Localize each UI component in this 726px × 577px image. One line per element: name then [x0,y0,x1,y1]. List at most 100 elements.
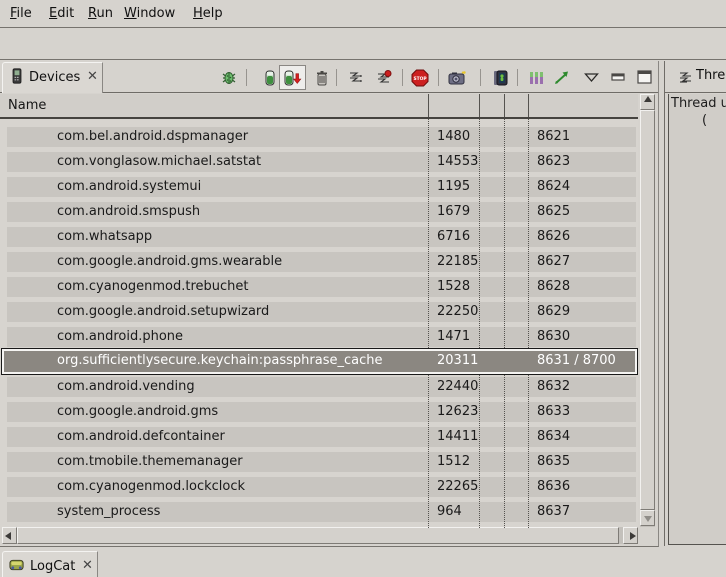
table-row[interactable]: com.whatsapp 6716 8626 [0,227,638,252]
column-header-name[interactable]: Name [8,98,46,113]
scroll-left-button[interactable] [2,527,17,544]
heap-columns-icon[interactable] [528,70,546,86]
row-pid: 22440 [437,377,478,397]
menu-help[interactable]: Help [193,6,223,21]
column-separator [479,119,480,528]
threads-update-icon[interactable] [348,70,364,86]
device-table: com.bel.android.dspmanager 1480 8621 com… [0,119,638,528]
vertical-scrollbar[interactable] [640,94,655,527]
toolbar-separator [402,69,403,86]
heap-dump-icon[interactable] [282,70,304,86]
stop-icon[interactable]: STOP [411,69,429,87]
row-port: 8629 [537,302,570,322]
row-name: com.android.systemui [57,177,201,197]
table-row[interactable]: system_process 964 8637 [0,502,638,527]
table-row[interactable]: com.android.smspush 1679 8625 [0,202,638,227]
table-rows: com.bel.android.dspmanager 1480 8621 com… [0,127,638,527]
toolbar-separator [517,69,518,86]
threads-icon [678,70,694,86]
row-name: system_process [57,502,160,522]
threads-message-line1: Thread up [671,96,726,111]
row-port: 8627 [537,252,570,272]
svg-text:STOP: STOP [413,76,427,82]
row-name: com.cyanogenmod.lockclock [57,477,245,497]
row-port: 8628 [537,277,570,297]
table-row[interactable]: com.google.android.gms.wearable 22185 86… [0,252,638,277]
table-row[interactable]: com.cyanogenmod.lockclock 22265 8636 [0,477,638,502]
row-pid: 1480 [437,127,470,147]
menu-file[interactable]: File [10,6,32,21]
vertical-scroll-thumb[interactable] [640,110,655,510]
column-separator [528,119,529,528]
row-port: 8625 [537,202,570,222]
menu-window[interactable]: Window [124,6,175,21]
row-name: com.android.phone [57,327,183,347]
minimize-icon[interactable] [611,73,625,82]
row-pid: 6716 [437,227,470,247]
threads-tabbar: Threads [665,61,726,93]
row-pid: 1512 [437,452,470,472]
heap-update-icon[interactable] [262,70,278,86]
tab-devices[interactable]: Devices ✕ [2,62,103,93]
table-row[interactable]: com.android.defcontainer 14411 8634 [0,427,638,452]
row-port: 8626 [537,227,570,247]
tab-devices-close-icon[interactable]: ✕ [87,69,98,84]
tab-logcat-close-icon[interactable]: ✕ [82,558,93,573]
table-row[interactable]: com.vonglasow.michael.satstat 14553 8623 [0,152,638,177]
row-name: com.google.android.gms [57,402,218,422]
toolbar-separator [480,69,481,86]
logcat-icon [9,557,25,573]
table-row[interactable]: com.cyanogenmod.trebuchet 1528 8628 [0,277,638,302]
scroll-up-button[interactable] [640,94,655,110]
row-name: org.sufficientlysecure.keychain:passphra… [57,351,382,371]
row-name: com.google.android.setupwizard [57,302,269,322]
scroll-right-button[interactable] [623,527,638,544]
column-divider [479,94,480,117]
row-port: 8637 [537,502,570,522]
row-pid: 14411 [437,427,478,447]
row-name: com.whatsapp [57,227,152,247]
menu-run[interactable]: Run [88,6,113,21]
row-name: com.cyanogenmod.trebuchet [57,277,249,297]
table-row[interactable]: com.google.android.gms 12623 8633 [0,402,638,427]
tab-logcat[interactable]: LogCat ✕ [2,551,98,577]
row-pid: 1195 [437,177,470,197]
row-port: 8635 [537,452,570,472]
threads-message-line2: ( [702,113,707,128]
scroll-down-button[interactable] [640,510,655,526]
table-row[interactable]: com.android.vending 22440 8632 [0,377,638,402]
row-pid: 12623 [437,402,478,422]
horizontal-scroll-thumb[interactable] [17,527,619,544]
tab-threads-label[interactable]: Threads [696,68,726,83]
table-row[interactable]: com.android.systemui 1195 8624 [0,177,638,202]
table-row[interactable]: com.tmobile.thememanager 1512 8635 [0,452,638,477]
row-pid: 20311 [437,351,478,371]
menu-edit[interactable]: Edit [49,6,74,21]
gc-arrow-icon[interactable] [553,70,571,86]
row-name: com.vonglasow.michael.satstat [57,152,261,172]
table-row[interactable]: com.google.android.setupwizard 22250 862… [0,302,638,327]
maximize-icon[interactable] [637,70,652,84]
devices-tabbar: Devices ✕ [0,61,658,93]
row-port: 8634 [537,427,570,447]
table-header: Name [0,94,638,119]
row-name: com.android.vending [57,377,195,397]
trash-icon[interactable] [314,70,330,86]
column-divider [428,94,429,117]
tab-logcat-label: LogCat [30,559,75,574]
row-port: 8623 [537,152,570,172]
debug-bug-icon[interactable] [221,70,237,86]
screenshot-icon[interactable] [448,70,468,86]
table-row[interactable]: com.bel.android.dspmanager 1480 8621 [0,127,638,152]
threads-content: Thread up ( [668,94,726,545]
row-pid: 22250 [437,302,478,322]
horizontal-scrollbar[interactable] [2,527,638,544]
device-view-icon[interactable] [491,70,511,86]
method-profiling-icon[interactable] [376,70,392,86]
row-pid: 22265 [437,477,478,497]
row-name: com.google.android.gms.wearable [57,252,282,272]
table-row[interactable]: org.sufficientlysecure.keychain:passphra… [0,352,638,377]
row-name: com.tmobile.thememanager [57,452,243,472]
column-divider [528,94,529,117]
view-menu-icon[interactable] [584,73,599,82]
